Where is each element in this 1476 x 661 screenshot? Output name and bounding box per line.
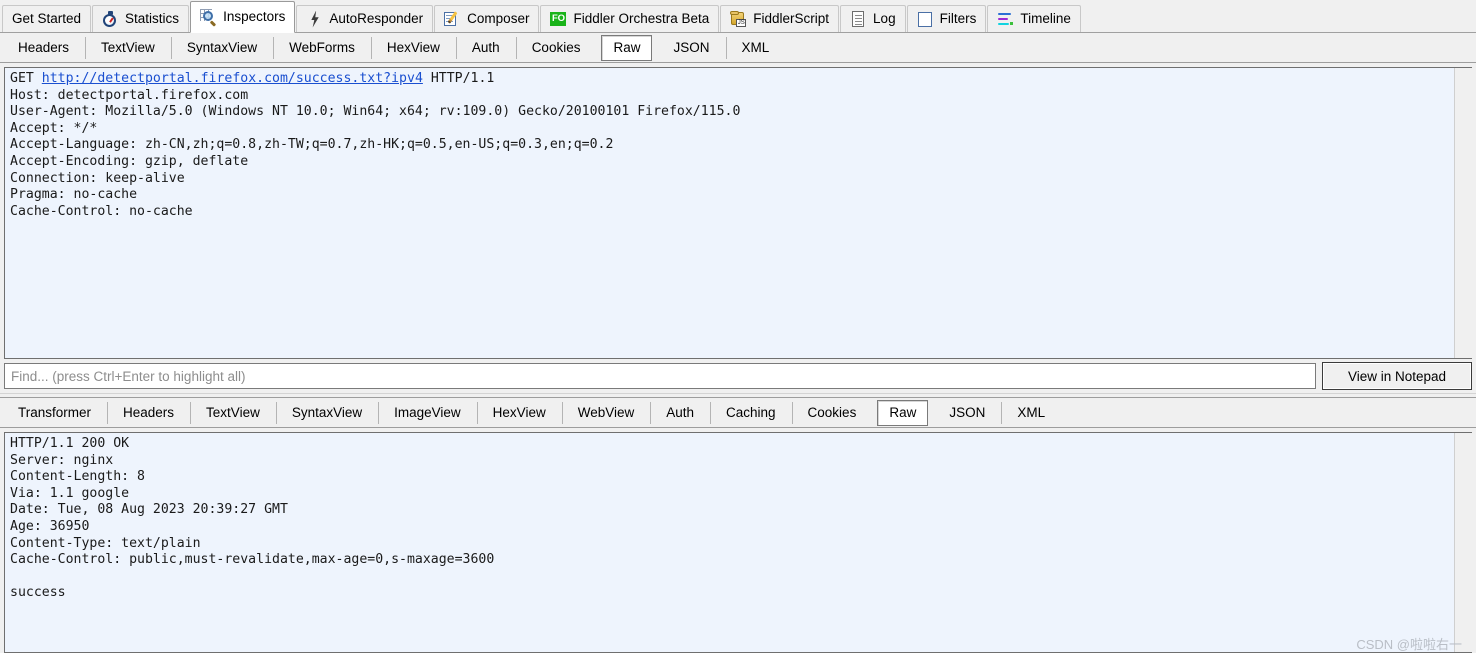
main-tab-label: Inspectors — [223, 9, 286, 25]
tab-label: SyntaxView — [186, 40, 258, 55]
main-tab-log[interactable]: Log — [840, 5, 906, 32]
lightning-bolt-icon — [306, 10, 323, 28]
response-tab-syntaxview[interactable]: SyntaxView — [275, 398, 378, 428]
tab-label: JSON — [673, 40, 710, 55]
main-tab-label: Statistics — [125, 11, 180, 27]
main-tab-fiddlerscript[interactable]: JS FiddlerScript — [720, 5, 840, 32]
magnifier-icon — [200, 8, 217, 26]
request-inspector-tabstrip: Headers TextView SyntaxView WebForms Hex… — [0, 33, 1476, 63]
request-tab-hexview[interactable]: HexView — [370, 33, 456, 63]
tab-label: Cookies — [807, 405, 857, 420]
script-scroll-icon: JS — [730, 10, 747, 28]
tab-label: Auth — [471, 40, 500, 55]
request-url-link[interactable]: http://detectportal.firefox.com/success.… — [42, 71, 423, 86]
tab-label: SyntaxView — [291, 405, 363, 420]
main-tab-statistics[interactable]: Statistics — [92, 5, 190, 32]
notepad-pencil-icon — [444, 10, 461, 28]
response-tab-imageview[interactable]: ImageView — [378, 398, 477, 428]
response-tab-headers[interactable]: Headers — [107, 398, 190, 428]
tab-label: XML — [741, 40, 770, 55]
view-in-notepad-button[interactable]: View in Notepad — [1322, 362, 1472, 390]
response-raw-text[interactable]: HTTP/1.1 200 OK Server: nginx Content-Le… — [5, 433, 1454, 652]
main-tab-autoresponder[interactable]: AutoResponder — [296, 5, 434, 32]
request-tab-json[interactable]: JSON — [657, 33, 725, 63]
tab-label: Headers — [18, 40, 70, 55]
response-vertical-scrollbar[interactable] — [1454, 433, 1472, 652]
request-method: GET — [10, 71, 34, 86]
tab-label: TextView — [206, 405, 260, 420]
response-tab-caching[interactable]: Caching — [710, 398, 792, 428]
tab-label: Auth — [666, 405, 695, 420]
request-tab-cookies[interactable]: Cookies — [515, 33, 597, 63]
request-raw-pane: GET http://detectportal.firefox.com/succ… — [0, 63, 1476, 359]
tab-label: HexView — [492, 405, 546, 420]
request-tab-textview[interactable]: TextView — [85, 33, 171, 63]
response-tab-webview[interactable]: WebView — [561, 398, 651, 428]
main-tab-composer[interactable]: Composer — [434, 5, 540, 32]
request-raw-text[interactable]: GET http://detectportal.firefox.com/succ… — [5, 68, 1454, 358]
request-headers-text: Host: detectportal.firefox.com User-Agen… — [10, 87, 741, 219]
tab-label: JSON — [949, 405, 986, 420]
main-tab-label: Get Started — [12, 11, 82, 27]
main-tab-strip: Get Started Statistics Inspectors AutoRe… — [0, 0, 1476, 33]
tab-label: WebForms — [289, 40, 355, 55]
request-tab-headers[interactable]: Headers — [2, 33, 85, 63]
response-tab-raw[interactable]: Raw — [877, 399, 929, 426]
main-tab-label: Fiddler Orchestra Beta — [573, 11, 710, 27]
response-tab-textview[interactable]: TextView — [190, 398, 276, 428]
main-tab-fiddler-orchestra-beta[interactable]: FO Fiddler Orchestra Beta — [540, 5, 720, 32]
timeline-bars-icon — [997, 11, 1014, 28]
response-tab-hexview[interactable]: HexView — [476, 398, 562, 428]
request-tab-auth[interactable]: Auth — [455, 33, 516, 63]
response-tab-auth[interactable]: Auth — [650, 398, 710, 428]
response-tab-xml[interactable]: XML — [1001, 398, 1061, 428]
main-tab-label: FiddlerScript — [753, 11, 830, 27]
request-raw-textarea[interactable]: GET http://detectportal.firefox.com/succ… — [4, 67, 1472, 359]
request-tab-webforms[interactable]: WebForms — [273, 33, 371, 63]
tab-label: XML — [1017, 405, 1046, 420]
tab-label: Transformer — [18, 405, 92, 420]
tab-label: Headers — [123, 405, 175, 420]
response-tab-cookies[interactable]: Cookies — [791, 398, 873, 428]
tab-label: ImageView — [394, 405, 461, 420]
request-http-version: HTTP/1.1 — [430, 71, 495, 86]
tab-label: Cookies — [531, 40, 581, 55]
stopwatch-icon — [102, 10, 119, 28]
find-input[interactable]: Find... (press Ctrl+Enter to highlight a… — [4, 363, 1316, 389]
main-tab-filters[interactable]: Filters — [906, 5, 987, 32]
response-raw-pane: HTTP/1.1 200 OK Server: nginx Content-Le… — [0, 428, 1476, 653]
main-tab-label: Composer — [467, 11, 530, 27]
response-raw-textarea[interactable]: HTTP/1.1 200 OK Server: nginx Content-Le… — [4, 432, 1472, 653]
tab-label: Caching — [726, 405, 776, 420]
request-tab-xml[interactable]: XML — [725, 33, 786, 63]
log-document-icon — [850, 10, 867, 28]
main-tab-get-started[interactable]: Get Started — [2, 5, 92, 32]
tab-label: TextView — [101, 40, 155, 55]
response-inspector-tabstrip: Transformer Headers TextView SyntaxView … — [0, 398, 1476, 428]
filter-square-icon — [917, 11, 934, 28]
request-tab-syntaxview[interactable]: SyntaxView — [170, 33, 273, 63]
main-tab-label: Log — [873, 11, 896, 27]
response-tab-transformer[interactable]: Transformer — [2, 398, 107, 428]
request-find-row: Find... (press Ctrl+Enter to highlight a… — [0, 359, 1476, 393]
main-tab-timeline[interactable]: Timeline — [987, 5, 1081, 32]
response-tab-json[interactable]: JSON — [933, 398, 1001, 428]
main-tab-label: Timeline — [1020, 11, 1071, 27]
main-tab-label: AutoResponder — [329, 11, 424, 27]
tab-label: Raw — [613, 40, 641, 55]
fo-badge-icon: FO — [550, 11, 567, 26]
main-tab-inspectors[interactable]: Inspectors — [190, 1, 296, 33]
request-vertical-scrollbar[interactable] — [1454, 68, 1472, 358]
request-tab-raw[interactable]: Raw — [601, 34, 653, 61]
tab-label: HexView — [386, 40, 440, 55]
tab-label: WebView — [577, 405, 635, 420]
tab-label: Raw — [889, 405, 917, 420]
main-tab-label: Filters — [939, 11, 977, 27]
